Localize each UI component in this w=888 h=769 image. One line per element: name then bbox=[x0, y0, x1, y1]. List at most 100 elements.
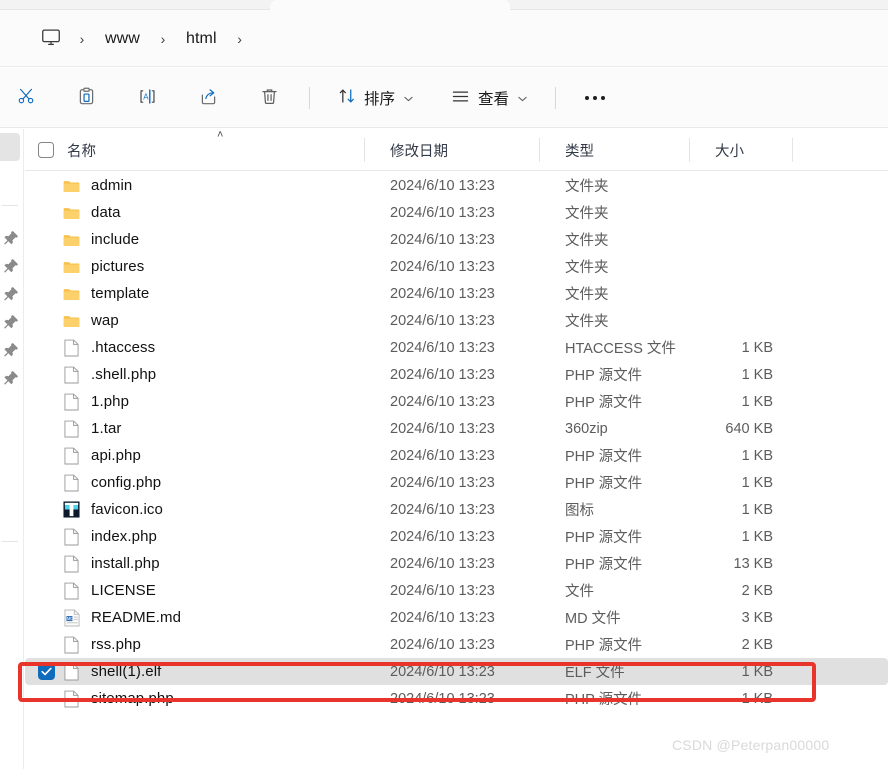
file-name-cell[interactable]: 1.tar bbox=[25, 415, 365, 442]
file-name-label: install.php bbox=[91, 555, 160, 572]
nav-selected-item[interactable] bbox=[0, 133, 20, 161]
file-date-cell: 2024/6/10 13:23 bbox=[390, 663, 495, 680]
file-size-cell: 640 KB bbox=[725, 420, 773, 437]
file-row[interactable]: index.php 2024/6/10 13:23 PHP 源文件 1 KB bbox=[25, 523, 888, 550]
file-row[interactable]: template 2024/6/10 13:23 文件夹 bbox=[25, 280, 888, 307]
file-name-cell[interactable]: include bbox=[25, 226, 365, 253]
file-type-cell: 360zip bbox=[565, 420, 608, 437]
file-date-cell: 2024/6/10 13:23 bbox=[390, 177, 495, 194]
file-name-cell[interactable]: index.php bbox=[25, 523, 365, 550]
file-row[interactable]: MD README.md 2024/6/10 13:23 MD 文件 3 KB bbox=[25, 604, 888, 631]
sort-button[interactable]: 排序 bbox=[330, 79, 421, 117]
file-name-label: sitemap.php bbox=[91, 690, 174, 707]
file-name-label: template bbox=[91, 285, 150, 302]
folder-icon bbox=[63, 230, 80, 249]
file-type-cell: PHP 源文件 bbox=[565, 692, 643, 708]
file-date-cell: 2024/6/10 13:23 bbox=[390, 582, 495, 599]
column-header-size[interactable]: 大小 bbox=[690, 129, 793, 171]
toolbar-divider-2 bbox=[555, 87, 557, 109]
file-row[interactable]: config.php 2024/6/10 13:23 PHP 源文件 1 KB bbox=[25, 469, 888, 496]
file-row[interactable]: 1.tar 2024/6/10 13:23 360zip 640 KB bbox=[25, 415, 888, 442]
file-row[interactable]: shell(1).elf 2024/6/10 13:23 ELF 文件 1 KB bbox=[25, 658, 888, 685]
file-row[interactable]: 1.php 2024/6/10 13:23 PHP 源文件 1 KB bbox=[25, 388, 888, 415]
file-name-cell[interactable]: .shell.php bbox=[25, 361, 365, 388]
file-name-cell[interactable]: MD README.md bbox=[25, 604, 365, 631]
file-row[interactable]: admin 2024/6/10 13:23 文件夹 bbox=[25, 172, 888, 199]
file-name-cell[interactable]: 1.php bbox=[25, 388, 365, 415]
sort-label: 排序 bbox=[364, 91, 396, 108]
file-row[interactable]: wap 2024/6/10 13:23 文件夹 bbox=[25, 307, 888, 334]
breadcrumb-home[interactable] bbox=[34, 24, 68, 54]
view-button[interactable]: 查看 bbox=[443, 79, 535, 117]
breadcrumb-item-html[interactable]: html bbox=[177, 25, 226, 53]
pin-icon[interactable] bbox=[2, 341, 20, 359]
file-type-cell: PHP 源文件 bbox=[565, 476, 643, 492]
file-name-cell[interactable]: rss.php bbox=[25, 631, 365, 658]
pin-icon[interactable] bbox=[2, 229, 20, 247]
file-type-cell: 文件夹 bbox=[565, 233, 609, 249]
file-name-cell[interactable]: wap bbox=[25, 307, 365, 334]
column-header-date-label: 修改日期 bbox=[390, 143, 448, 160]
file-date-cell: 2024/6/10 13:23 bbox=[390, 501, 495, 518]
paste-button[interactable] bbox=[67, 79, 106, 117]
row-checkbox-checked[interactable] bbox=[38, 663, 55, 680]
file-name-cell[interactable]: shell(1).elf bbox=[25, 658, 365, 685]
file-name-cell[interactable]: config.php bbox=[25, 469, 365, 496]
file-row[interactable]: pictures 2024/6/10 13:23 文件夹 bbox=[25, 253, 888, 280]
svg-text:A: A bbox=[143, 92, 149, 101]
breadcrumb: › www › html › bbox=[34, 24, 254, 54]
file-name-label: LICENSE bbox=[91, 582, 156, 599]
select-all-checkbox[interactable] bbox=[38, 142, 54, 158]
delete-button[interactable] bbox=[250, 79, 289, 117]
file-name-cell[interactable]: api.php bbox=[25, 442, 365, 469]
file-name-cell[interactable]: pictures bbox=[25, 253, 365, 280]
file-date-cell: 2024/6/10 13:23 bbox=[390, 447, 495, 464]
file-icon bbox=[63, 635, 80, 654]
file-name-cell[interactable]: LICENSE bbox=[25, 577, 365, 604]
file-name-label: api.php bbox=[91, 447, 141, 464]
file-row[interactable]: sitemap.php 2024/6/10 13:23 PHP 源文件 1 KB bbox=[25, 685, 888, 712]
column-header-date-modified[interactable]: 修改日期 bbox=[365, 129, 540, 171]
file-row[interactable]: .htaccess 2024/6/10 13:23 HTACCESS 文件 1 KB bbox=[25, 334, 888, 361]
file-row[interactable]: rss.php 2024/6/10 13:23 PHP 源文件 2 KB bbox=[25, 631, 888, 658]
pin-icon[interactable] bbox=[2, 313, 20, 331]
share-button[interactable] bbox=[189, 79, 228, 117]
file-name-cell[interactable]: admin bbox=[25, 172, 365, 199]
file-size-cell: 13 KB bbox=[733, 555, 774, 572]
file-name-label: 1.php bbox=[91, 393, 130, 410]
file-row[interactable]: include 2024/6/10 13:23 文件夹 bbox=[25, 226, 888, 253]
column-header-blank bbox=[793, 129, 888, 171]
file-name-cell[interactable]: install.php bbox=[25, 550, 365, 577]
share-icon bbox=[198, 86, 219, 111]
file-date-cell: 2024/6/10 13:23 bbox=[390, 231, 495, 248]
file-row[interactable]: favicon.ico 2024/6/10 13:23 图标 1 KB bbox=[25, 496, 888, 523]
file-row[interactable]: LICENSE 2024/6/10 13:23 文件 2 KB bbox=[25, 577, 888, 604]
pin-icon[interactable] bbox=[2, 257, 20, 275]
column-header-type[interactable]: 类型 bbox=[540, 129, 690, 171]
address-bar: › www › html › bbox=[0, 10, 888, 67]
file-row[interactable]: .shell.php 2024/6/10 13:23 PHP 源文件 1 KB bbox=[25, 361, 888, 388]
file-name-cell[interactable]: template bbox=[25, 280, 365, 307]
rename-button[interactable]: A bbox=[128, 79, 167, 117]
file-name-cell[interactable]: sitemap.php bbox=[25, 685, 365, 712]
file-size-cell: 1 KB bbox=[741, 690, 773, 707]
pin-icon[interactable] bbox=[2, 369, 20, 387]
cut-button[interactable] bbox=[7, 79, 45, 117]
file-name-cell[interactable]: .htaccess bbox=[25, 334, 365, 361]
file-row[interactable]: install.php 2024/6/10 13:23 PHP 源文件 13 KB bbox=[25, 550, 888, 577]
pin-icon[interactable] bbox=[2, 285, 20, 303]
breadcrumb-separator-3[interactable]: › bbox=[226, 24, 254, 54]
file-date-cell: 2024/6/10 13:23 bbox=[390, 339, 495, 356]
file-row[interactable]: api.php 2024/6/10 13:23 PHP 源文件 1 KB bbox=[25, 442, 888, 469]
active-tab[interactable] bbox=[270, 0, 510, 10]
breadcrumb-item-www[interactable]: www bbox=[96, 25, 149, 53]
see-more-button[interactable] bbox=[576, 79, 614, 117]
folder-icon bbox=[63, 203, 80, 222]
file-name-cell[interactable]: favicon.ico bbox=[25, 496, 365, 523]
tab-strip bbox=[0, 0, 888, 10]
file-name-cell[interactable]: data bbox=[25, 199, 365, 226]
folder-icon bbox=[63, 284, 80, 303]
column-header-name[interactable]: 名称 bbox=[25, 129, 365, 171]
file-row[interactable]: data 2024/6/10 13:23 文件夹 bbox=[25, 199, 888, 226]
file-icon bbox=[63, 527, 80, 546]
